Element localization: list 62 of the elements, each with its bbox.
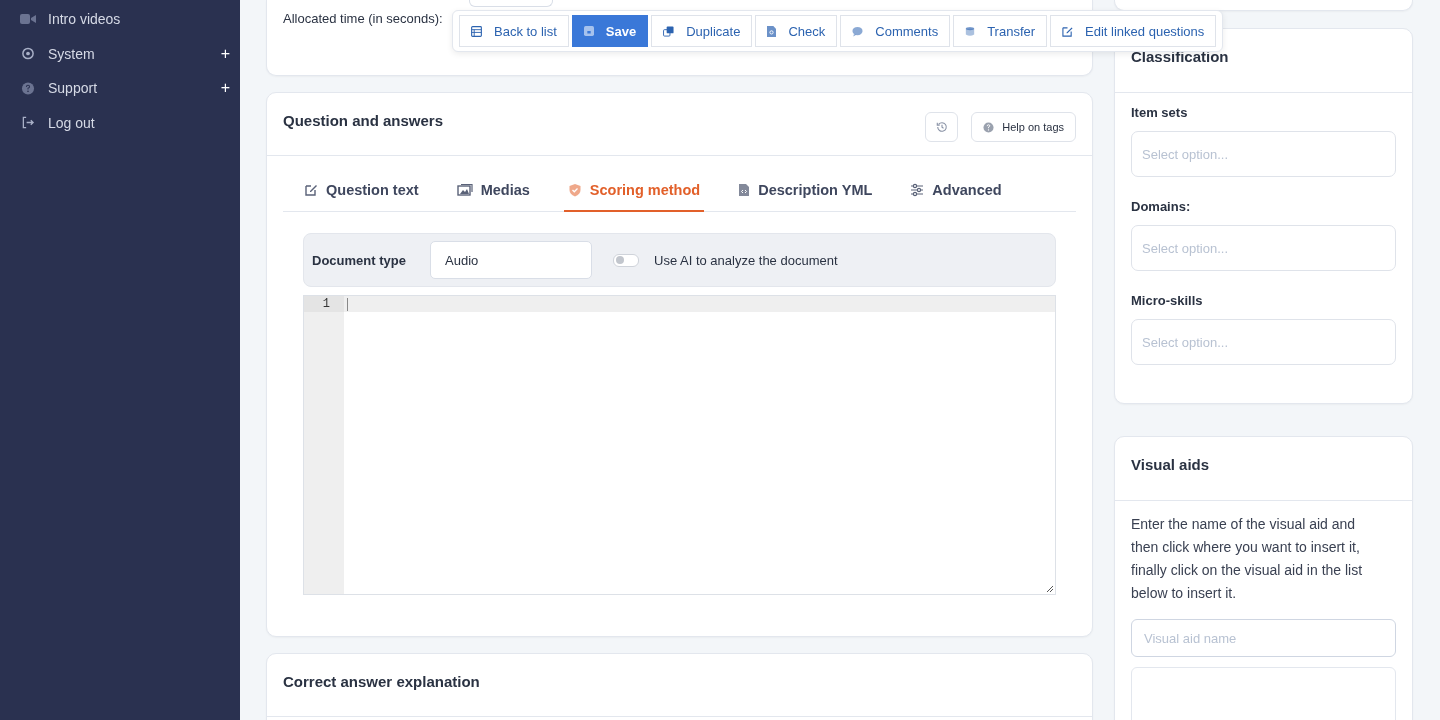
card-title: Correct answer explanation — [283, 673, 480, 692]
toolbar-button[interactable]: Back to list — [459, 15, 569, 47]
toolbar-button[interactable]: Comments — [840, 15, 951, 47]
sliders-icon — [910, 183, 925, 197]
sidebar-label: Intro videos — [48, 11, 122, 28]
table-icon — [471, 25, 482, 37]
history-button[interactable] — [925, 112, 959, 142]
sidebar-item[interactable]: Support + — [0, 71, 240, 106]
sidebar-item[interactable]: Intro videos — [0, 2, 240, 37]
logout-icon — [20, 116, 36, 130]
select-field[interactable]: Select option... — [1131, 225, 1396, 271]
line-number: 1 — [304, 296, 344, 312]
database-icon — [965, 25, 976, 37]
field-label: Domains: — [1131, 199, 1192, 214]
field-label: Document type — [312, 252, 407, 268]
card-title: Question and answers — [283, 112, 444, 131]
help-icon — [983, 121, 995, 133]
toggle-label: Use AI to analyze the document — [654, 252, 838, 268]
field-label: Allocated time (in seconds): — [283, 11, 443, 26]
select-field[interactable]: Select option... — [1131, 319, 1396, 365]
tab[interactable]: Advanced — [906, 176, 1006, 212]
field-label: Item sets — [1131, 105, 1189, 120]
sidebar-item[interactable]: System + — [0, 36, 240, 71]
copy-icon — [663, 25, 675, 37]
toolbar-button[interactable]: Edit linked questions — [1050, 15, 1217, 47]
card-title: Classification — [1131, 48, 1229, 67]
tab[interactable]: Description YML — [734, 176, 877, 212]
toolbar-button[interactable]: Duplicate — [651, 15, 753, 47]
expand-toggle[interactable]: + — [220, 79, 230, 98]
gear-icon — [20, 47, 36, 61]
field-label: Micro-skills — [1131, 293, 1204, 308]
code-editor[interactable]: 1 — [303, 295, 1056, 595]
resize-handle-icon[interactable] — [1046, 585, 1054, 593]
help-icon — [20, 81, 36, 95]
sidebar-label: System — [48, 45, 96, 62]
help-button[interactable]: Help on tags — [971, 112, 1076, 142]
instructions-text: Enter the name of the visual aid and then click where you want to insert it, finally click on the visual aid in the list below to insert it. — [1131, 515, 1364, 603]
toggle-switch[interactable] — [613, 253, 639, 267]
sidebar-item[interactable]: Log out — [0, 105, 240, 140]
history-icon — [935, 121, 948, 133]
tab[interactable]: Question text — [300, 176, 423, 212]
video-camera-icon — [20, 13, 36, 26]
edit-icon — [1062, 25, 1074, 37]
sidebar-label: Log out — [48, 114, 96, 131]
chat-bubble-icon — [852, 25, 864, 37]
toolbar-button[interactable]: Save — [571, 15, 649, 47]
select-field[interactable]: Select option... — [1131, 131, 1396, 177]
select-field[interactable]: Audio — [430, 241, 592, 279]
file-search-icon — [767, 25, 777, 37]
card-title: Visual aids — [1131, 456, 1210, 475]
expand-toggle[interactable]: + — [220, 44, 230, 63]
edit-icon — [304, 183, 318, 197]
tab[interactable]: Medias — [452, 176, 534, 212]
toolbar-button[interactable]: Transfer — [953, 15, 1048, 47]
input-field[interactable] — [468, 0, 553, 7]
sidebar-label: Support — [48, 80, 99, 97]
tab[interactable]: Scoring method — [563, 176, 705, 212]
input-field[interactable]: Visual aid name — [1131, 619, 1396, 657]
image-icon — [456, 183, 473, 197]
code-file-icon — [738, 183, 751, 197]
shield-check-icon — [567, 183, 582, 197]
toolbar-button[interactable]: Check — [755, 15, 838, 47]
